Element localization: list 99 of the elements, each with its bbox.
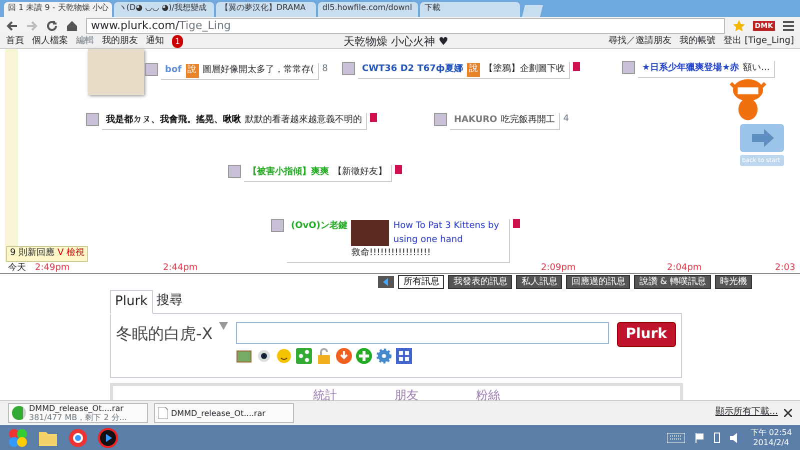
download-item[interactable]: DMMD_release_Ot....rar	[154, 403, 294, 423]
time-label: 今天	[8, 262, 26, 275]
nav-link-item[interactable]: 登出 [Tige_Ling]	[724, 35, 794, 48]
close-icon[interactable]	[784, 409, 792, 417]
browser-icon[interactable]	[68, 428, 88, 448]
lock-icon[interactable]	[316, 348, 332, 364]
nav-link-item[interactable]: 個人檔案	[32, 35, 68, 48]
filter-tab[interactable]: 時光機	[715, 275, 752, 289]
flag-icon[interactable]	[695, 432, 704, 442]
dropdown-caret-icon[interactable]	[219, 322, 228, 330]
stats-heading: 粉絲	[476, 387, 500, 400]
camera-icon[interactable]	[256, 348, 272, 364]
share-icon[interactable]	[296, 348, 312, 364]
image-icon[interactable]	[236, 348, 252, 364]
time-label: 2:03	[775, 262, 796, 275]
time-label: 2:49pm	[35, 262, 70, 275]
browser-tab[interactable]: dl5.howfile.com/downl	[318, 2, 418, 17]
plurk-bubble[interactable]: CWT36 D2 T67ф夏娜 說 【塗鴉】企劃圖下收	[358, 62, 570, 78]
download-name: DMMD_release_Ot....rar	[171, 408, 266, 418]
smiley-icon[interactable]	[276, 348, 292, 364]
plurk-text: 額い...	[743, 62, 770, 75]
response-count: 8	[322, 63, 328, 76]
new-responses-count: 9 則新回應	[10, 248, 56, 258]
qualifier-tag: 說	[466, 63, 480, 76]
plurk-bubble[interactable]: (OvO)ン老鍵 How To Pat 3 Kittens by using one hand 救命!!!!!!!!!!!!!!!!!	[287, 219, 510, 262]
url-host: www.plurk.com/	[91, 19, 180, 32]
composer-tab[interactable]: Plurk	[110, 290, 153, 314]
nav-link-item[interactable]: 編輯	[76, 35, 94, 48]
plurk-bubble[interactable]: 【被害小指傾】爽爽 【新徵好友】	[244, 165, 392, 182]
plurk-bubble[interactable]: bof 說 圖層好像開太多了，常常存(	[161, 63, 320, 80]
nav-title: 天乾物燥 小心火神 ♥	[342, 35, 450, 48]
settings-icon[interactable]	[376, 348, 392, 364]
plurk-button[interactable]: Plurk	[616, 322, 676, 346]
filter-tab[interactable]: 我發表的訊息	[448, 275, 512, 289]
plurk-author[interactable]: CWT36 D2 T67ф夏娜	[362, 63, 463, 76]
user-display-name: 冬眠的白虎-X	[116, 322, 211, 344]
next-arrow-button[interactable]	[740, 124, 784, 152]
plurk-text: 【塗鴉】企劃圖下收	[484, 63, 565, 76]
url-path: Tige_Ling	[179, 19, 231, 32]
start-icon[interactable]	[8, 428, 28, 448]
battery-icon[interactable]	[714, 432, 720, 443]
forward-icon[interactable]	[26, 20, 38, 32]
photo-placeholder	[88, 49, 144, 95]
notification-badge: 1	[172, 35, 184, 48]
menu-icon[interactable]	[783, 21, 794, 31]
grid-icon[interactable]	[396, 348, 412, 364]
view-link[interactable]: V 檢視	[57, 248, 84, 258]
nav-link-item[interactable]: 首頁	[6, 35, 24, 48]
plurk-bubble[interactable]: 我是都ㄉㄡ、我會飛。搖晃、啾啾 默默的看著越來越意義不明的	[102, 113, 367, 130]
stats-heading: 朋友	[394, 387, 418, 400]
download-name: DMMD_release_Ot....rar	[29, 404, 124, 413]
plurk-author[interactable]: HAKURO	[454, 114, 498, 128]
keyboard-icon[interactable]	[667, 432, 686, 442]
video-link[interactable]: How To Pat 3 Kittens by using one hand	[393, 220, 506, 247]
filter-tab[interactable]: 所有訊息	[398, 275, 444, 289]
filter-tab[interactable]: 回應過的訊息	[566, 275, 630, 289]
clock-time[interactable]: 下午 02:54	[750, 428, 792, 438]
browser-tab[interactable]: 回 1 未讀 9 - 天乾物燥 小心	[4, 2, 112, 17]
plus-icon[interactable]	[356, 348, 372, 364]
download-status: 381/477 MB，剩下 2 分...	[29, 413, 127, 422]
plurk-bubble[interactable]: HAKURO 吃完飯再開工	[450, 113, 560, 130]
home-icon[interactable]	[66, 20, 78, 32]
filter-tab[interactable]: 私人訊息	[516, 275, 562, 289]
nav-link-item[interactable]: 我的帳號	[680, 35, 716, 48]
stats-heading: 統計	[313, 387, 337, 400]
new-responses-box[interactable]: 9 則新回應 V 檢視	[6, 246, 88, 262]
download-icon[interactable]	[336, 348, 352, 364]
file-icon	[158, 407, 168, 419]
back-icon[interactable]	[6, 20, 18, 32]
filter-tab[interactable]: 說讚 & 轉噗訊息	[634, 275, 711, 289]
time-label: 2:04pm	[667, 262, 702, 275]
nav-link-item[interactable]: 通知	[146, 35, 164, 48]
nav-link-item[interactable]: 尋找／邀請朋友	[608, 35, 672, 48]
star-icon[interactable]	[732, 20, 745, 32]
plurk-text: 默默的看著越來越意義不明的	[245, 114, 362, 127]
plurk-text: 吃完飯再開工	[501, 114, 556, 127]
plurk-text: 圖層好像開太多了，常常存(	[202, 64, 314, 77]
nav-link-item[interactable]: 我的朋友	[102, 35, 138, 48]
reload-icon[interactable]	[46, 20, 58, 32]
plurk-text: 救命!!!!!!!!!!!!!!!!!	[351, 247, 432, 260]
plurk-author[interactable]: 我是都ㄉㄡ、我會飛。搖晃、啾啾	[106, 114, 241, 128]
qualifier-tag: 說	[186, 64, 199, 78]
response-count: 4	[563, 113, 569, 126]
composer-tab[interactable]: 搜尋	[152, 290, 187, 314]
sound-icon[interactable]	[378, 276, 394, 288]
video-thumbnail	[351, 220, 390, 246]
download-item[interactable]: DMMD_release_Ot....rar 381/477 MB，剩下 2 分...	[8, 403, 148, 423]
plurk-author[interactable]: ★日系少年獵爽登場★赤	[642, 62, 740, 76]
address-bar[interactable]: www.plurk.com/Tige_Ling	[86, 18, 725, 34]
time-label: 2:44pm	[163, 262, 198, 275]
time-label: 2:09pm	[541, 262, 576, 275]
browser-tab[interactable]: 【翼の夢汉化】DRAMA	[216, 2, 316, 17]
clock-date[interactable]: 2014/2/4	[750, 438, 792, 448]
show-all-downloads-link[interactable]: 顯示所有下載...	[715, 406, 778, 420]
browser-tab[interactable]: ヽ(D◕ ◡◡ ◕)/我想變成	[114, 2, 214, 17]
plurk-input-field[interactable]	[236, 322, 609, 344]
media-player-icon[interactable]	[98, 428, 118, 448]
plurk-text: 【新徵好友】	[333, 166, 387, 179]
plurk-bubble[interactable]: ★日系少年獵爽登場★赤 額い...	[638, 61, 775, 78]
